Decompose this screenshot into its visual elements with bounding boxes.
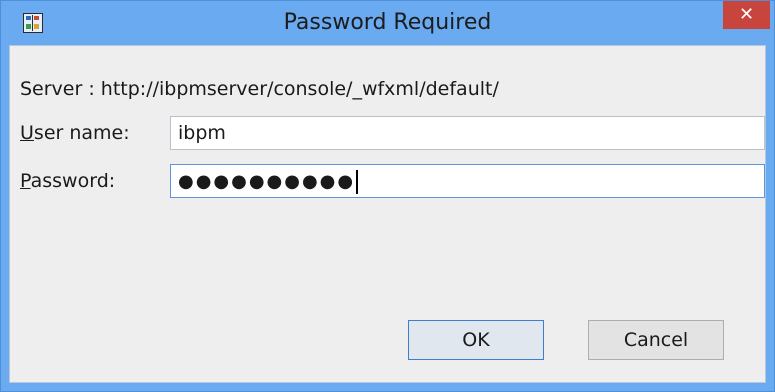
user-name-input[interactable]: ibpm <box>170 116 765 150</box>
close-button[interactable]: ✕ <box>723 1 770 29</box>
user-name-label: User name: <box>20 122 130 144</box>
title-bar[interactable]: Password Required ✕ <box>1 1 774 45</box>
password-label-mnemonic: P <box>20 170 31 192</box>
window-title: Password Required <box>283 10 492 35</box>
ok-button[interactable]: OK <box>408 320 544 360</box>
user-name-label-mnemonic: U <box>20 122 34 144</box>
server-url-text: Server : http://ibpmserver/console/_wfxm… <box>20 78 499 100</box>
password-label-text: assword: <box>30 170 116 192</box>
text-caret <box>356 169 359 194</box>
user-name-value: ibpm <box>178 122 226 144</box>
password-label: Password: <box>20 170 115 192</box>
password-dialog: Password Required ✕ Server : http://ibpm… <box>0 0 775 392</box>
cancel-button[interactable]: Cancel <box>588 320 724 360</box>
password-input[interactable]: ●●●●●●●●●● <box>170 164 765 198</box>
dialog-body: Server : http://ibpmserver/console/_wfxm… <box>9 45 766 383</box>
password-masked-value: ●●●●●●●●●● <box>178 171 356 192</box>
close-icon: ✕ <box>738 4 755 25</box>
user-name-label-text: ser name: <box>33 122 130 144</box>
